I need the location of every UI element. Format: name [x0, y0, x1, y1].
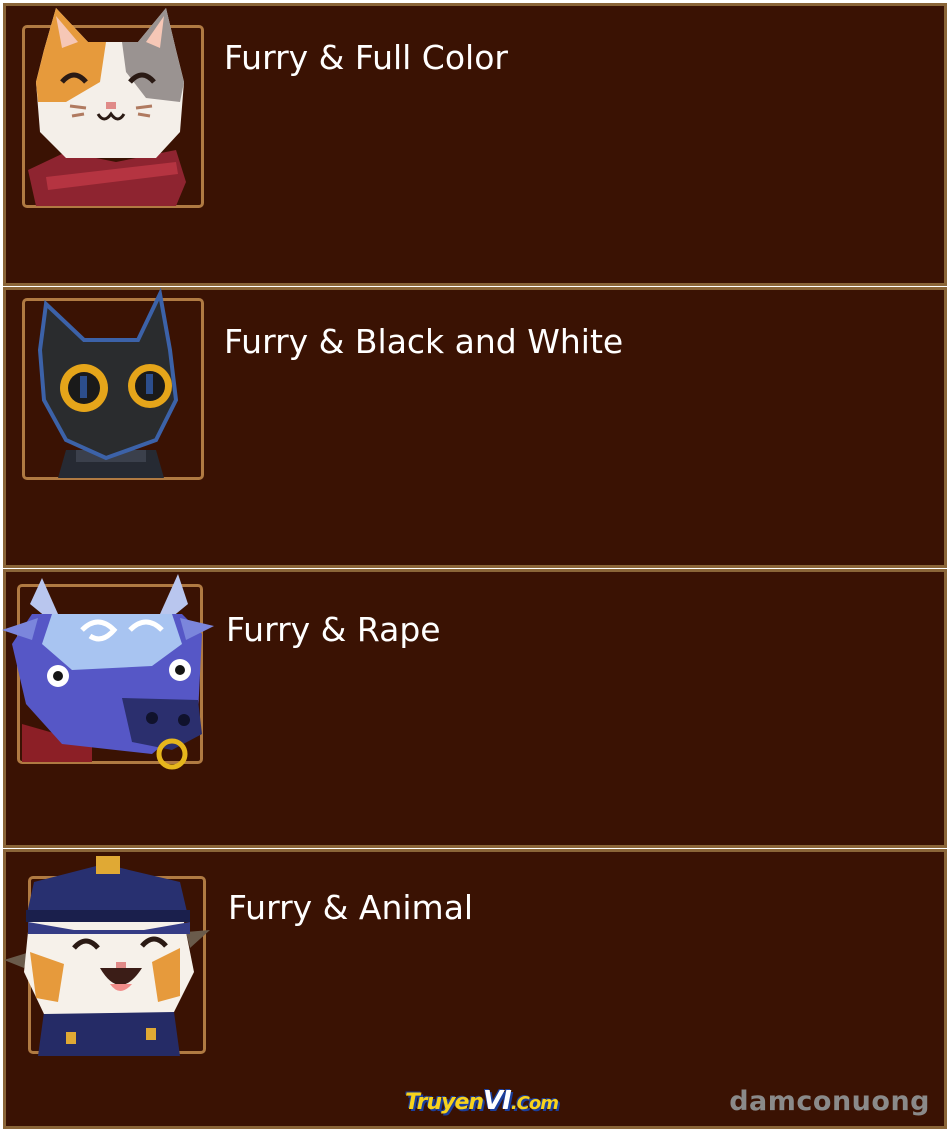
site-watermark-part3: .Com: [510, 1093, 559, 1114]
site-watermark-part1: Truyen: [405, 1090, 484, 1115]
panel-label: Furry & Animal: [228, 888, 474, 927]
author-watermark: damconuong: [729, 1086, 930, 1117]
panel-label: Furry & Rape: [226, 610, 441, 649]
black-cat-avatar-icon: [37, 287, 179, 478]
panel-label: Furry & Black and White: [224, 322, 624, 361]
cat-police-avatar-icon: [4, 856, 210, 1056]
calico-cat-avatar-icon: [28, 8, 186, 206]
blue-bull-avatar-icon: [2, 574, 214, 770]
site-watermark: TruyenVI.Com: [405, 1086, 559, 1116]
panel-label: Furry & Full Color: [224, 38, 508, 77]
site-watermark-part2: VI: [483, 1086, 512, 1116]
